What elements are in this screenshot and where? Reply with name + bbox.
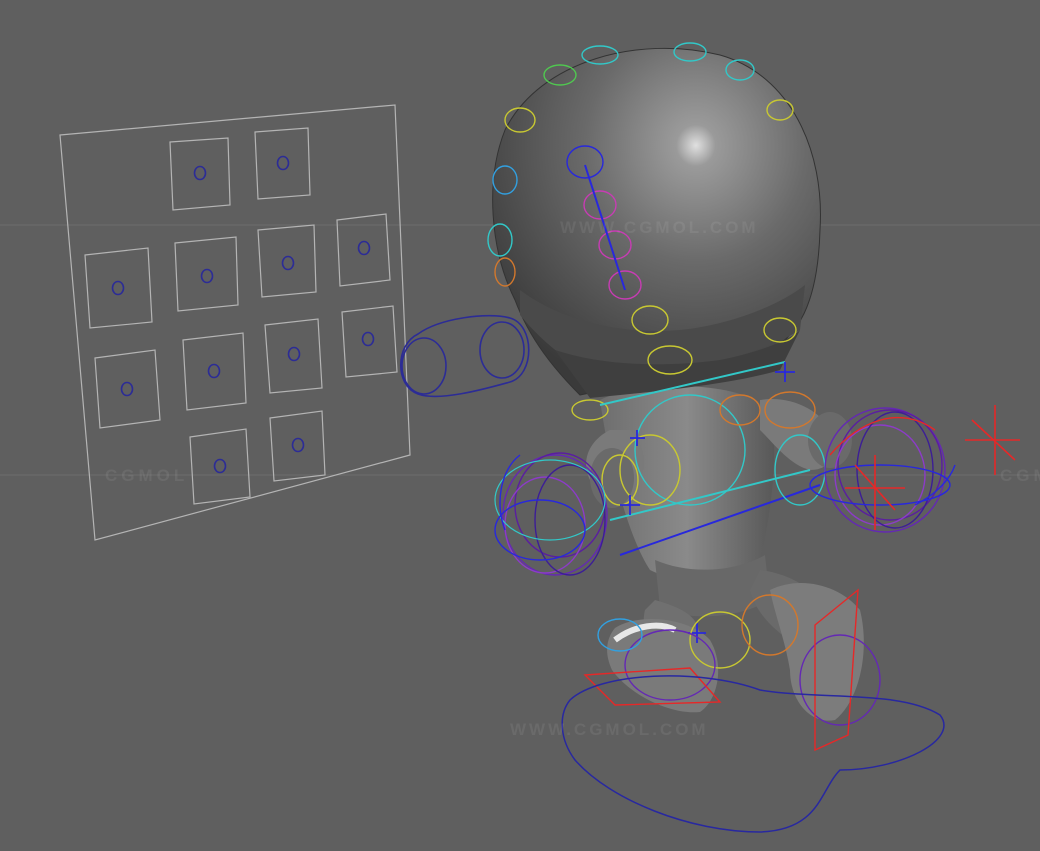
viewport-scene[interactable] (0, 0, 1040, 851)
left-hand-controls (494, 452, 608, 576)
face-ctrl-7 (94, 349, 161, 429)
face-ctrl-4 (174, 236, 239, 312)
face-ctrl-3 (84, 247, 153, 329)
face-ctrl-12 (269, 410, 326, 482)
character-head[interactable] (492, 47, 821, 398)
ground-master-control (561, 675, 945, 833)
face-panel-controls (84, 127, 398, 505)
face-ctrl-8 (182, 332, 247, 411)
eye-controller[interactable] (399, 314, 530, 398)
face-ctrl-9 (264, 318, 323, 394)
face-ctrl-11 (189, 428, 251, 505)
face-ctrl-10 (341, 305, 398, 378)
face-ctrl-5 (257, 224, 317, 298)
face-ctrl-1 (169, 137, 231, 211)
face-ctrl-2 (254, 127, 311, 200)
character-model[interactable] (586, 386, 864, 721)
maya-3d-viewport[interactable]: WWW.CGMOL.COM WWW.CGMOL.COM CGMOL CGM (0, 0, 1040, 851)
